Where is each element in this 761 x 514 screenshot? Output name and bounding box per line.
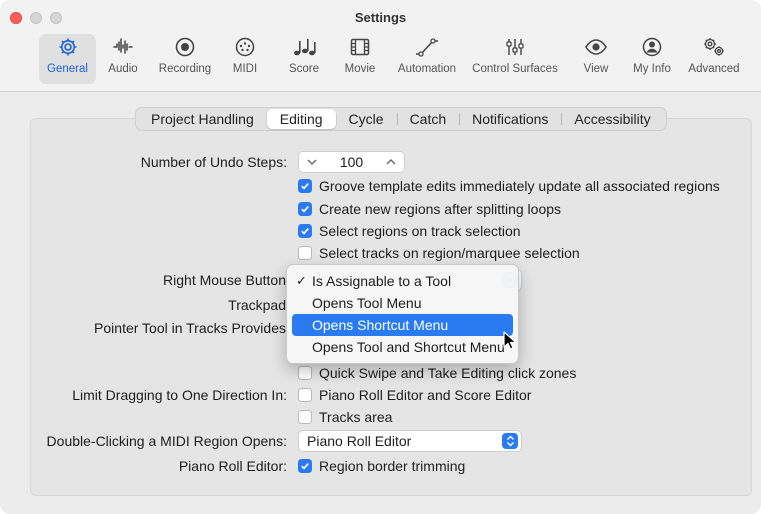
checkbox-unchecked[interactable] <box>298 388 312 402</box>
menu-item-label: Is Assignable to a Tool <box>312 273 452 289</box>
eye-icon <box>584 34 608 60</box>
automation-curve-icon <box>414 34 440 60</box>
checkbox-label: Tracks area <box>319 409 393 425</box>
checkbox-unchecked[interactable] <box>298 410 312 424</box>
toolbar-movie[interactable]: Movie <box>340 34 380 84</box>
double-click-midi-label: Double-Clicking a MIDI Region Opens: <box>46 433 287 449</box>
mouse-pointer-icon <box>503 331 517 354</box>
checkbox-checked[interactable] <box>298 179 312 193</box>
toolbar-score[interactable]: Score <box>285 34 323 84</box>
checkbox-label: Select tracks on region/marquee selectio… <box>319 245 580 261</box>
toolbar-my-info[interactable]: My Info <box>628 34 676 84</box>
checkbox-unchecked[interactable] <box>298 246 312 260</box>
checkmark-icon: ✓ <box>296 273 307 288</box>
undo-steps-label: Number of Undo Steps: <box>140 154 287 170</box>
menu-item-opens-tool-menu[interactable]: Opens Tool Menu <box>292 292 513 314</box>
chevron-down-icon[interactable] <box>306 154 318 170</box>
checkbox-row[interactable]: Piano Roll Editor and Score Editor <box>298 387 531 403</box>
toolbar-label: Score <box>288 63 320 75</box>
tab-project-handling[interactable]: Project Handling <box>138 109 267 129</box>
toolbar-label: Recording <box>158 63 212 75</box>
toolbar-advanced[interactable]: Advanced <box>686 34 742 84</box>
toolbar-audio[interactable]: Audio <box>103 34 143 84</box>
checkbox-row[interactable]: Region border trimming <box>298 458 465 474</box>
checkbox-label: Piano Roll Editor and Score Editor <box>319 387 532 403</box>
undo-steps-value[interactable]: 100 <box>340 154 363 170</box>
toolbar-label: Advanced <box>688 63 740 75</box>
trackpad-label: Trackpad <box>228 297 286 313</box>
checkbox-row[interactable]: Groove template edits immediately update… <box>298 178 720 194</box>
toolbar-label: MIDI <box>232 63 258 75</box>
tab-bar: Project Handling Editing Cycle Catch Not… <box>135 107 667 131</box>
midi-port-icon <box>234 34 256 60</box>
tab-cycle[interactable]: Cycle <box>336 109 397 129</box>
tab-catch[interactable]: Catch <box>396 109 460 129</box>
waveform-icon <box>112 34 134 60</box>
checkbox-label: Select regions on track selection <box>319 223 521 239</box>
toolbar-label: General <box>47 63 88 75</box>
menu-item-assignable[interactable]: ✓ Is Assignable to a Tool <box>292 270 513 292</box>
toolbar-label: Automation <box>397 63 457 75</box>
toolbar-recording[interactable]: Recording <box>153 34 217 84</box>
window-title: Settings <box>354 10 407 25</box>
checkbox-checked[interactable] <box>298 459 312 473</box>
menu-item-label: Opens Tool Menu <box>312 295 422 311</box>
tab-notifications[interactable]: Notifications <box>459 109 561 129</box>
checkbox-checked[interactable] <box>298 202 312 216</box>
menu-item-label: Opens Shortcut Menu <box>312 317 449 333</box>
checkbox-row[interactable]: Select tracks on region/marquee selectio… <box>298 245 580 261</box>
gear-icon <box>57 34 79 60</box>
checkbox-label: Region border trimming <box>319 458 466 474</box>
tab-editing[interactable]: Editing <box>266 109 336 129</box>
toolbar-view[interactable]: View <box>578 34 614 84</box>
menu-item-label: Opens Tool and Shortcut Menu <box>312 339 505 355</box>
toolbar-label: Control Surfaces <box>472 63 558 75</box>
toolbar-automation[interactable]: Automation <box>394 34 460 84</box>
toolbar-label: Audio <box>108 63 138 75</box>
checkbox-row[interactable]: Select regions on track selection <box>298 223 521 239</box>
faders-icon <box>504 34 526 60</box>
music-notes-icon <box>292 34 316 60</box>
person-icon <box>641 34 663 60</box>
settings-window: Settings General Audio Recording MIDI Sc… <box>0 0 761 514</box>
limit-dragging-label: Limit Dragging to One Direction In: <box>72 387 287 403</box>
popup-arrows-icon <box>502 433 518 449</box>
gears-icon <box>701 34 727 60</box>
toolbar-label: My Info <box>633 63 671 75</box>
film-icon <box>349 34 371 60</box>
checkbox-row[interactable]: Create new regions after splitting loops <box>298 201 561 217</box>
toolbar-label: Movie <box>344 63 376 75</box>
title-bar: Settings General Audio Recording MIDI Sc… <box>0 0 761 92</box>
checkbox-unchecked[interactable] <box>298 366 312 380</box>
checkbox-row[interactable]: Tracks area <box>298 409 392 425</box>
popup-value: Piano Roll Editor <box>307 433 412 449</box>
toolbar-label: View <box>583 63 609 75</box>
piano-roll-editor-label: Piano Roll Editor: <box>178 458 287 474</box>
record-icon <box>174 34 196 60</box>
right-mouse-button-menu: ✓ Is Assignable to a Tool Opens Tool Men… <box>286 264 519 364</box>
pointer-tool-label: Pointer Tool in Tracks Provides <box>94 320 286 336</box>
chevron-up-icon[interactable] <box>385 154 397 170</box>
toolbar-control-surfaces[interactable]: Control Surfaces <box>467 34 563 84</box>
checkbox-checked[interactable] <box>298 224 312 238</box>
checkbox-label: Groove template edits immediately update… <box>319 178 720 194</box>
toolbar-general[interactable]: General <box>39 34 96 84</box>
checkbox-label: Quick Swipe and Take Editing click zones <box>319 365 577 381</box>
checkbox-row[interactable]: Quick Swipe and Take Editing click zones <box>298 365 576 381</box>
menu-item-opens-tool-and-shortcut-menu[interactable]: Opens Tool and Shortcut Menu <box>292 336 513 358</box>
double-click-midi-popup[interactable]: Piano Roll Editor <box>298 430 522 452</box>
tab-accessibility[interactable]: Accessibility <box>561 109 663 129</box>
toolbar-midi[interactable]: MIDI <box>228 34 262 84</box>
right-mouse-button-label: Right Mouse Button <box>163 272 286 288</box>
undo-steps-stepper[interactable]: 100 <box>298 151 405 173</box>
menu-item-opens-shortcut-menu[interactable]: Opens Shortcut Menu <box>292 314 513 336</box>
checkbox-label: Create new regions after splitting loops <box>319 201 562 217</box>
